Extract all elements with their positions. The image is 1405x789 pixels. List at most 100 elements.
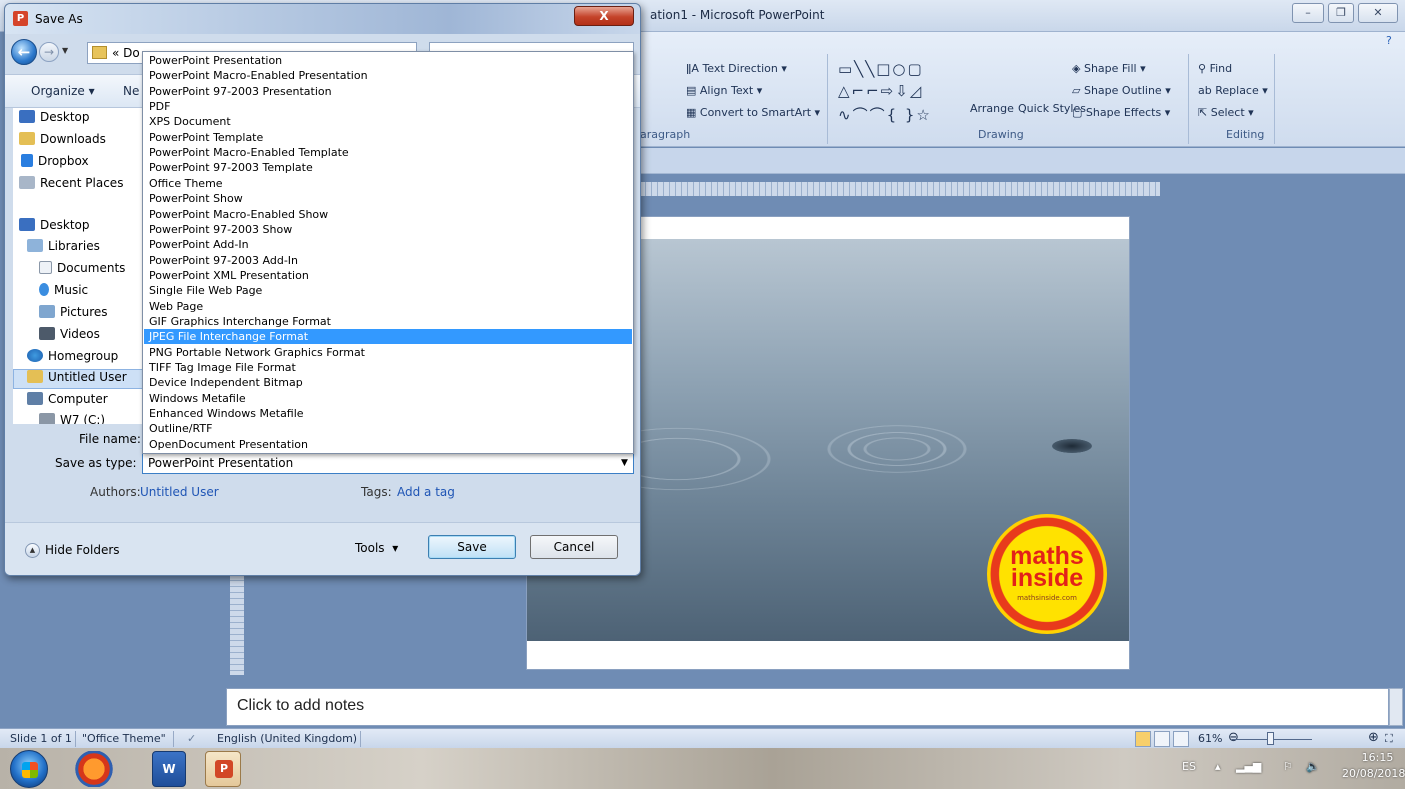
spell-check-icon[interactable]: ✓ xyxy=(187,732,196,745)
nav-desktop-favorite[interactable]: Desktop xyxy=(19,110,90,130)
normal-view-icon[interactable] xyxy=(1135,731,1151,747)
back-arrow-icon[interactable]: ← xyxy=(11,39,37,65)
show-hidden-icons[interactable]: ▴ xyxy=(1215,760,1221,773)
nav-desktop[interactable]: Desktop xyxy=(19,218,90,238)
organize-button[interactable]: Organize ▾ xyxy=(31,84,95,98)
language-indicator[interactable]: English (United Kingdom) xyxy=(217,732,357,745)
nav-libraries[interactable]: Libraries xyxy=(27,239,100,259)
find-button[interactable]: ⚲ Find xyxy=(1198,62,1232,75)
network-icon[interactable]: ▂▄▆ xyxy=(1236,760,1261,773)
forward-arrow-icon[interactable]: → xyxy=(39,42,59,62)
nav-music[interactable]: Music xyxy=(39,283,88,303)
new-folder-button[interactable]: Ne xyxy=(123,84,139,98)
save-type-option[interactable]: Office Theme xyxy=(144,176,632,191)
clock-date[interactable]: 20/08/2018 xyxy=(1342,767,1405,780)
nav-pictures[interactable]: Pictures xyxy=(39,305,108,325)
save-type-option[interactable]: PowerPoint Macro-Enabled Presentation xyxy=(144,68,632,83)
window-close-button[interactable]: ✕ xyxy=(1358,3,1398,23)
save-type-option[interactable]: PowerPoint Presentation xyxy=(144,53,632,68)
save-type-option[interactable]: Windows Metafile xyxy=(144,391,632,406)
save-type-option[interactable]: PowerPoint Show xyxy=(144,191,632,206)
recent-locations-dropdown[interactable]: ▼ xyxy=(62,46,68,55)
nav-untitled-user[interactable]: Untitled User xyxy=(13,369,143,389)
zoom-out-icon[interactable]: ⊖ xyxy=(1228,730,1239,745)
select-button[interactable]: ⇱ Select ▾ xyxy=(1198,106,1254,119)
replace-button[interactable]: ab Replace ▾ xyxy=(1198,84,1268,97)
save-type-option[interactable]: PNG Portable Network Graphics Format xyxy=(144,345,632,360)
save-button[interactable]: Save xyxy=(428,535,516,559)
save-type-option[interactable]: GIF Graphics Interchange Format xyxy=(144,314,632,329)
save-type-option[interactable]: Single File Web Page xyxy=(144,283,632,298)
cancel-button[interactable]: Cancel xyxy=(530,535,618,559)
save-type-option[interactable]: XPS Document xyxy=(144,114,632,129)
save-type-option[interactable]: PowerPoint 97-2003 Presentation xyxy=(144,84,632,99)
dialog-close-button[interactable]: X xyxy=(574,6,634,26)
statusbar-divider xyxy=(360,731,361,747)
shapes-gallery[interactable]: ▭╲╲□○▢ xyxy=(838,60,924,78)
save-as-type-select[interactable]: PowerPoint Presentation ▼ xyxy=(142,453,634,474)
align-text-button[interactable]: ▤ Align Text ▾ xyxy=(686,84,762,97)
action-center-icon[interactable]: ⚐ xyxy=(1283,760,1293,773)
save-type-option[interactable]: PowerPoint Macro-Enabled Show xyxy=(144,207,632,222)
slideshow-icon[interactable] xyxy=(1173,731,1189,747)
nav-homegroup[interactable]: Homegroup xyxy=(27,349,118,369)
clock-time[interactable]: 16:15 xyxy=(1355,751,1400,764)
restore-button[interactable]: ❐ xyxy=(1328,3,1354,23)
save-type-option[interactable]: OpenDocument Presentation xyxy=(144,437,632,452)
horizontal-ruler xyxy=(640,182,1160,196)
convert-smartart-button[interactable]: ▦ Convert to SmartArt ▾ xyxy=(686,106,820,119)
save-type-option[interactable]: JPEG File Interchange Format xyxy=(144,329,632,345)
notes-pane[interactable]: Click to add notes xyxy=(226,688,1389,726)
start-button[interactable] xyxy=(10,750,48,788)
nav-recent-places[interactable]: Recent Places xyxy=(19,176,123,196)
save-type-option[interactable]: TIFF Tag Image File Format xyxy=(144,360,632,375)
word-icon[interactable]: W xyxy=(152,751,186,787)
fit-to-window-icon[interactable]: ⛶ xyxy=(1385,732,1393,746)
notes-scrollbar[interactable] xyxy=(1389,688,1403,726)
save-type-option[interactable]: PowerPoint 97-2003 Template xyxy=(144,160,632,175)
save-type-option[interactable]: Web Page xyxy=(144,299,632,314)
shapes-gallery-row3[interactable]: ∿⌒⌒{ }☆ xyxy=(838,104,932,125)
text-direction-button[interactable]: ǁA Text Direction ▾ xyxy=(686,62,787,75)
arrange-button[interactable]: Arrange xyxy=(970,102,1014,115)
collapse-icon[interactable]: ▲ xyxy=(25,543,40,558)
save-as-type-dropdown[interactable]: PowerPoint Presentation PowerPoint Macro-… xyxy=(142,51,634,454)
zoom-in-icon[interactable]: ⊕ xyxy=(1368,730,1379,745)
shapes-gallery-row2[interactable]: △⌐⌐⇨⇩◿ xyxy=(838,82,923,100)
save-type-option[interactable]: PDF xyxy=(144,99,632,114)
zoom-slider-thumb[interactable] xyxy=(1267,732,1274,745)
nav-computer[interactable]: Computer xyxy=(27,392,108,412)
save-type-option[interactable]: Device Independent Bitmap xyxy=(144,375,632,390)
minimize-button[interactable]: – xyxy=(1292,3,1324,23)
nav-drive-c[interactable]: W7 (C:) xyxy=(39,413,105,424)
dropdown-arrow-icon[interactable]: ▼ xyxy=(616,454,633,473)
save-type-option[interactable]: PowerPoint Add-In xyxy=(144,237,632,252)
shape-outline-button[interactable]: ▱ Shape Outline ▾ xyxy=(1072,84,1171,97)
shape-effects-button[interactable]: ▢ Shape Effects ▾ xyxy=(1072,106,1170,119)
shape-fill-button[interactable]: ◈ Shape Fill ▾ xyxy=(1072,62,1146,75)
help-icon[interactable]: ? xyxy=(1386,34,1392,47)
nav-documents[interactable]: Documents xyxy=(39,261,125,281)
hide-folders-button[interactable]: Hide Folders xyxy=(45,543,120,557)
save-type-option[interactable]: Outline/RTF xyxy=(144,421,632,436)
authors-value[interactable]: Untitled User xyxy=(140,485,219,499)
volume-icon[interactable]: 🔈 xyxy=(1306,760,1320,773)
theme-name[interactable]: "Office Theme" xyxy=(82,732,166,745)
tools-button[interactable]: Tools ▾ xyxy=(355,541,398,555)
save-type-option[interactable]: PowerPoint 97-2003 Show xyxy=(144,222,632,237)
save-type-option[interactable]: PowerPoint Template xyxy=(144,130,632,145)
nav-videos[interactable]: Videos xyxy=(39,327,100,347)
nav-downloads[interactable]: Downloads xyxy=(19,132,106,152)
firefox-icon[interactable] xyxy=(70,751,118,787)
tags-value[interactable]: Add a tag xyxy=(397,485,455,499)
binoculars-icon: ⚲ xyxy=(1198,62,1207,75)
save-type-option[interactable]: PowerPoint XML Presentation xyxy=(144,268,632,283)
powerpoint-taskbar-icon[interactable]: P xyxy=(205,751,241,787)
save-type-option[interactable]: PowerPoint Macro-Enabled Template xyxy=(144,145,632,160)
language-tray[interactable]: ES xyxy=(1182,760,1196,773)
save-type-option[interactable]: Enhanced Windows Metafile xyxy=(144,406,632,421)
slide-sorter-icon[interactable] xyxy=(1154,731,1170,747)
zoom-level[interactable]: 61% xyxy=(1198,732,1222,745)
save-type-option[interactable]: PowerPoint 97-2003 Add-In xyxy=(144,253,632,268)
nav-dropbox[interactable]: Dropbox xyxy=(19,154,89,174)
